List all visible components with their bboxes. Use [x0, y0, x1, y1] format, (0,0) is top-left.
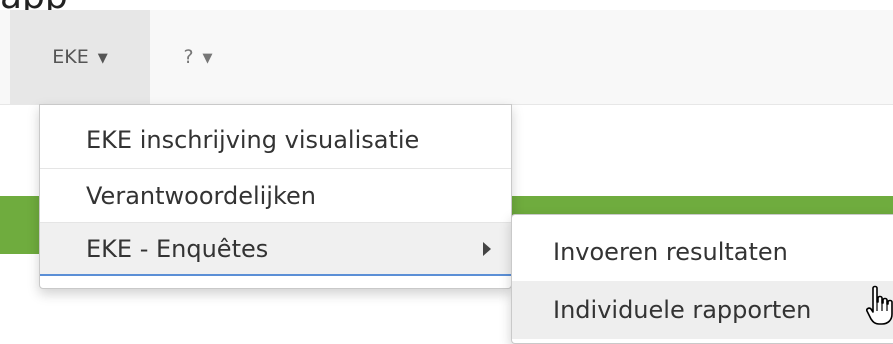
- menu-item-verantwoordelijken[interactable]: Verantwoordelijken: [40, 170, 511, 223]
- eke-dropdown-menu: EKE inschrijving visualisatie Verantwoor…: [39, 104, 512, 289]
- caret-down-icon: ▼: [202, 50, 213, 66]
- enquetes-submenu: Invoeren resultaten Individuele rapporte…: [511, 214, 893, 344]
- submenu-item-invoeren-resultaten[interactable]: Invoeren resultaten: [512, 223, 893, 281]
- nav-help-dropdown[interactable]: ? ▼: [168, 10, 228, 104]
- menu-item-label: EKE inschrijving visualisatie: [86, 125, 420, 154]
- caret-down-icon: ▼: [97, 50, 108, 66]
- submenu-item-individuele-rapporten[interactable]: Individuele rapporten: [512, 281, 893, 339]
- chevron-right-icon: [483, 241, 491, 256]
- submenu-item-label: Invoeren resultaten: [553, 238, 788, 266]
- top-navbar: EKE ▼ ? ▼: [0, 10, 893, 105]
- menu-item-eke-enquetes[interactable]: EKE - Enquêtes: [40, 223, 511, 276]
- nav-help-label: ?: [183, 46, 194, 68]
- menu-item-label: Verantwoordelijken: [86, 182, 316, 210]
- menu-item-eke-inschrijving-visualisatie[interactable]: EKE inschrijving visualisatie: [40, 111, 511, 169]
- submenu-item-label: Individuele rapporten: [553, 296, 812, 324]
- nav-eke-dropdown[interactable]: EKE ▼: [10, 10, 150, 104]
- nav-eke-label: EKE: [52, 46, 89, 68]
- menu-item-label: EKE - Enquêtes: [86, 234, 269, 263]
